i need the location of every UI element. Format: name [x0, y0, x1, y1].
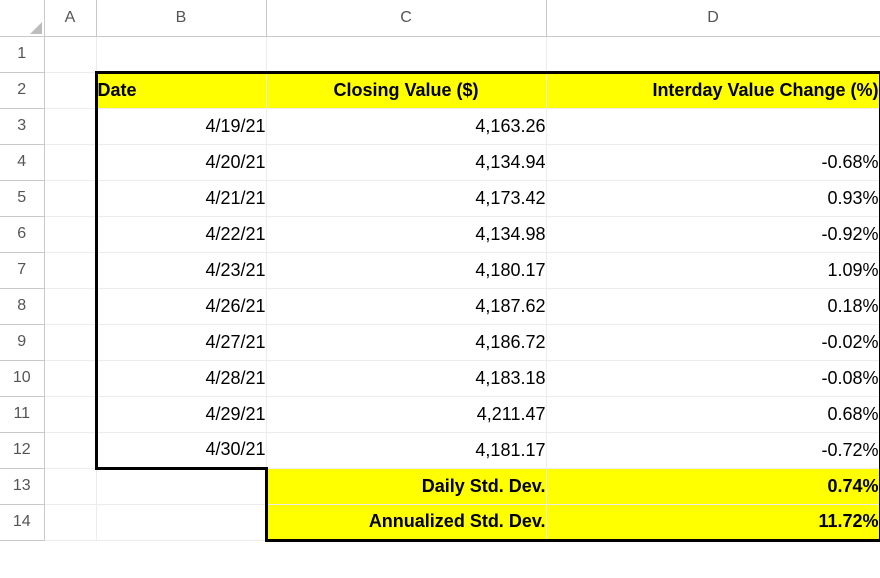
cell-closing[interactable]: 4,186.72	[266, 324, 546, 360]
header-change[interactable]: Interday Value Change (%)	[546, 72, 880, 108]
cell-A3[interactable]	[44, 108, 96, 144]
cell-A7[interactable]	[44, 252, 96, 288]
cell-A14[interactable]	[44, 504, 96, 540]
row-12: 12 4/30/21 4,181.17 -0.72%	[0, 432, 880, 468]
cell-closing[interactable]: 4,211.47	[266, 396, 546, 432]
summary-daily-value[interactable]: 0.74%	[546, 468, 880, 504]
row-2: 2 Date Closing Value ($) Interday Value …	[0, 72, 880, 108]
cell-closing[interactable]: 4,180.17	[266, 252, 546, 288]
cell-A2[interactable]	[44, 72, 96, 108]
row-header-6[interactable]: 6	[0, 216, 44, 252]
cell-change[interactable]: 1.09%	[546, 252, 880, 288]
row-5: 5 4/21/21 4,173.42 0.93%	[0, 180, 880, 216]
row-header-10[interactable]: 10	[0, 360, 44, 396]
cell-A5[interactable]	[44, 180, 96, 216]
header-date[interactable]: Date	[96, 72, 266, 108]
cell-date[interactable]: 4/22/21	[96, 216, 266, 252]
cell-C1[interactable]	[266, 36, 546, 72]
row-4: 4 4/20/21 4,134.94 -0.68%	[0, 144, 880, 180]
cell-A13[interactable]	[44, 468, 96, 504]
cell-date[interactable]: 4/19/21	[96, 108, 266, 144]
cell-date[interactable]: 4/27/21	[96, 324, 266, 360]
spreadsheet: A B C D 1 2 Date Closing Value ($) Inter…	[0, 0, 880, 578]
row-header-9[interactable]: 9	[0, 324, 44, 360]
row-6: 6 4/22/21 4,134.98 -0.92%	[0, 216, 880, 252]
cell-A1[interactable]	[44, 36, 96, 72]
cell-change[interactable]: -0.92%	[546, 216, 880, 252]
cell-B1[interactable]	[96, 36, 266, 72]
cell-date[interactable]: 4/28/21	[96, 360, 266, 396]
cell-A6[interactable]	[44, 216, 96, 252]
cell-change[interactable]: -0.02%	[546, 324, 880, 360]
grid-table: A B C D 1 2 Date Closing Value ($) Inter…	[0, 0, 880, 542]
cell-D1[interactable]	[546, 36, 880, 72]
cell-date[interactable]: 4/30/21	[96, 432, 266, 468]
row-7: 7 4/23/21 4,180.17 1.09%	[0, 252, 880, 288]
cell-closing[interactable]: 4,163.26	[266, 108, 546, 144]
row-header-5[interactable]: 5	[0, 180, 44, 216]
cell-date[interactable]: 4/20/21	[96, 144, 266, 180]
col-header-D[interactable]: D	[546, 0, 880, 36]
cell-A12[interactable]	[44, 432, 96, 468]
header-closing[interactable]: Closing Value ($)	[266, 72, 546, 108]
cell-A10[interactable]	[44, 360, 96, 396]
row-header-12[interactable]: 12	[0, 432, 44, 468]
row-header-3[interactable]: 3	[0, 108, 44, 144]
row-1: 1	[0, 36, 880, 72]
cell-date[interactable]: 4/29/21	[96, 396, 266, 432]
cell-date[interactable]: 4/21/21	[96, 180, 266, 216]
row-13: 13 Daily Std. Dev. 0.74%	[0, 468, 880, 504]
row-header-8[interactable]: 8	[0, 288, 44, 324]
cell-B13[interactable]	[96, 468, 266, 504]
row-header-4[interactable]: 4	[0, 144, 44, 180]
row-header-2[interactable]: 2	[0, 72, 44, 108]
cell-change[interactable]: 0.68%	[546, 396, 880, 432]
row-14: 14 Annualized Std. Dev. 11.72%	[0, 504, 880, 540]
cell-A4[interactable]	[44, 144, 96, 180]
row-header-13[interactable]: 13	[0, 468, 44, 504]
column-header-row: A B C D	[0, 0, 880, 36]
cell-closing[interactable]: 4,187.62	[266, 288, 546, 324]
row-11: 11 4/29/21 4,211.47 0.68%	[0, 396, 880, 432]
cell-A9[interactable]	[44, 324, 96, 360]
col-header-C[interactable]: C	[266, 0, 546, 36]
select-all-corner[interactable]	[0, 0, 44, 36]
cell-change[interactable]: -0.72%	[546, 432, 880, 468]
cell-closing[interactable]: 4,181.17	[266, 432, 546, 468]
cell-closing[interactable]: 4,134.94	[266, 144, 546, 180]
row-header-11[interactable]: 11	[0, 396, 44, 432]
cell-change[interactable]: 0.93%	[546, 180, 880, 216]
cell-B14[interactable]	[96, 504, 266, 540]
cell-date[interactable]: 4/23/21	[96, 252, 266, 288]
cell-change[interactable]: 0.18%	[546, 288, 880, 324]
col-header-B[interactable]: B	[96, 0, 266, 36]
cell-change[interactable]: -0.08%	[546, 360, 880, 396]
summary-daily-label[interactable]: Daily Std. Dev.	[266, 468, 546, 504]
cell-closing[interactable]: 4,173.42	[266, 180, 546, 216]
cell-A11[interactable]	[44, 396, 96, 432]
summary-annual-value[interactable]: 11.72%	[546, 504, 880, 540]
col-header-A[interactable]: A	[44, 0, 96, 36]
cell-change[interactable]	[546, 108, 880, 144]
row-10: 10 4/28/21 4,183.18 -0.08%	[0, 360, 880, 396]
cell-date[interactable]: 4/26/21	[96, 288, 266, 324]
cell-closing[interactable]: 4,134.98	[266, 216, 546, 252]
row-9: 9 4/27/21 4,186.72 -0.02%	[0, 324, 880, 360]
cell-closing[interactable]: 4,183.18	[266, 360, 546, 396]
row-header-7[interactable]: 7	[0, 252, 44, 288]
summary-annual-label[interactable]: Annualized Std. Dev.	[266, 504, 546, 540]
row-8: 8 4/26/21 4,187.62 0.18%	[0, 288, 880, 324]
cell-change[interactable]: -0.68%	[546, 144, 880, 180]
row-header-14[interactable]: 14	[0, 504, 44, 540]
row-3: 3 4/19/21 4,163.26	[0, 108, 880, 144]
row-header-1[interactable]: 1	[0, 36, 44, 72]
cell-A8[interactable]	[44, 288, 96, 324]
